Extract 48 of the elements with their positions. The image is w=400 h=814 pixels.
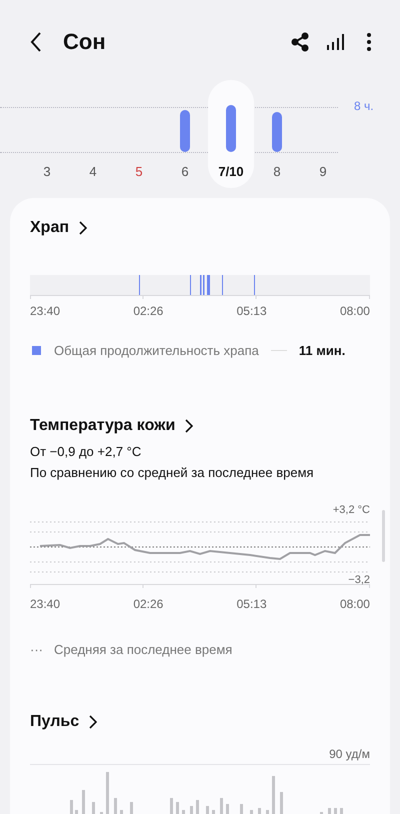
chevron-icon[interactable] xyxy=(185,419,194,433)
day-label: 9 xyxy=(319,164,327,179)
section-title[interactable]: Храп xyxy=(30,219,70,237)
share-icon[interactable] xyxy=(290,32,310,52)
scrollbar[interactable] xyxy=(382,510,385,562)
day-column[interactable]: 3 xyxy=(24,80,70,188)
day-column[interactable]: 9 xyxy=(300,80,346,188)
section-title[interactable]: Температура кожи xyxy=(30,417,176,435)
time-label: 05:13 xyxy=(236,597,267,611)
day-label: 7/10 xyxy=(218,164,244,179)
axis-label: 90 уд/м xyxy=(329,747,370,761)
day-column[interactable]: 4 xyxy=(70,80,116,188)
axis-label: +3,2 °C xyxy=(332,504,370,516)
legend-value: 11 мин. xyxy=(298,342,346,358)
legend-symbol: ··· xyxy=(30,642,44,656)
legend-label: Средняя за последнее время xyxy=(54,642,232,656)
day-label: 5 xyxy=(135,164,143,179)
day-column[interactable]: 8 xyxy=(254,80,300,188)
axis-label: −3,2 xyxy=(348,574,370,586)
section-title[interactable]: Пульс xyxy=(30,713,80,731)
more-icon[interactable] xyxy=(366,32,372,52)
time-label: 23:40 xyxy=(30,597,60,611)
chevron-icon[interactable] xyxy=(89,715,98,729)
legend-label: Общая продолжительность храпа xyxy=(54,342,259,358)
page-title: Сон xyxy=(63,29,106,55)
time-label: 02:26 xyxy=(133,304,164,318)
time-label: 02:26 xyxy=(133,597,164,611)
chevron-icon[interactable] xyxy=(79,221,88,235)
back-icon[interactable] xyxy=(30,31,42,53)
day-label: 8 xyxy=(273,164,281,179)
day-column[interactable]: 7/10 xyxy=(208,80,254,188)
time-label: 08:00 xyxy=(340,597,370,611)
day-label: 3 xyxy=(43,164,51,179)
temperature-range: От −0,9 до +2,7 °C xyxy=(30,444,142,459)
temperature-subtitle: По сравнению со средней за последнее время xyxy=(30,465,315,480)
bar-chart-icon[interactable] xyxy=(326,32,346,52)
time-label: 08:00 xyxy=(340,304,370,318)
time-label: 05:13 xyxy=(236,304,267,318)
goal-label: 8 ч. xyxy=(354,99,374,113)
sleep-bar xyxy=(272,112,282,152)
sleep-bar xyxy=(180,110,190,152)
day-label: 4 xyxy=(89,164,97,179)
legend-square-icon xyxy=(32,346,41,354)
day-label: 6 xyxy=(181,164,189,179)
day-column[interactable]: 5 xyxy=(116,80,162,188)
sleep-bar xyxy=(226,105,236,152)
day-column[interactable]: 6 xyxy=(162,80,208,188)
time-label: 23:40 xyxy=(30,304,60,318)
